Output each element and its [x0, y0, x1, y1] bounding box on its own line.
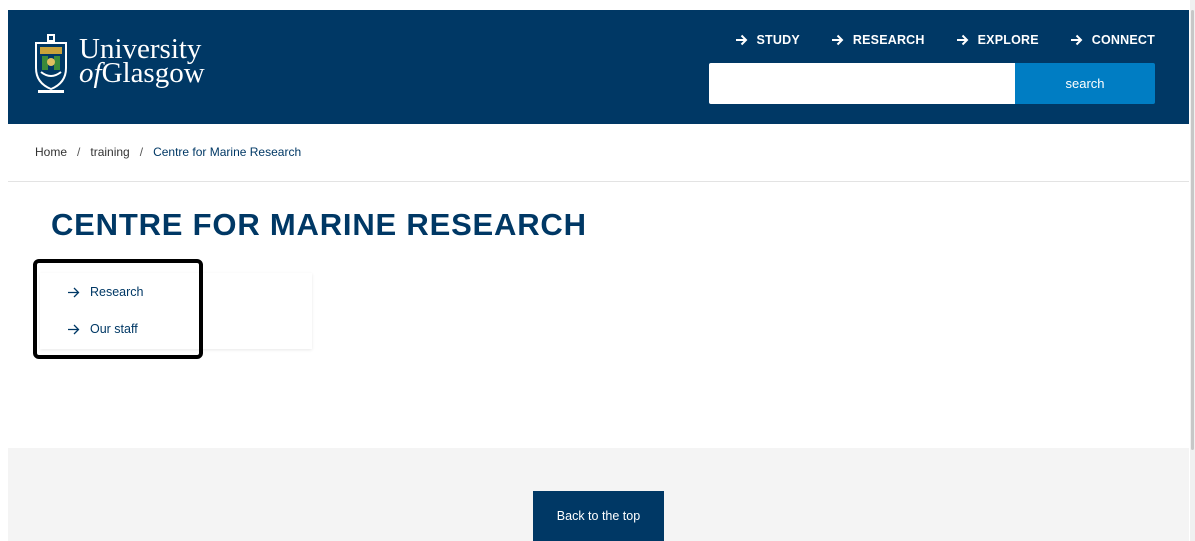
arrow-right-icon: [735, 34, 747, 46]
nav-study-label: STUDY: [756, 33, 800, 47]
page-footer: Back to the top: [8, 448, 1189, 541]
subnav-item-label: Research: [90, 285, 144, 299]
nav-study-link[interactable]: STUDY: [735, 33, 800, 47]
subnav-item-our-staff[interactable]: Our staff: [67, 322, 138, 336]
breadcrumb-current: Centre for Marine Research: [153, 145, 302, 159]
nav-research-label: RESEARCH: [852, 33, 925, 47]
breadcrumb-separator: /: [139, 145, 144, 159]
subnav-item-label: Our staff: [90, 322, 138, 336]
breadcrumb-divider: [8, 181, 1189, 182]
scrollbar[interactable]: [1190, 0, 1195, 541]
search-input[interactable]: [709, 63, 1015, 104]
arrow-right-icon: [68, 324, 80, 334]
scrollbar-thumb[interactable]: [1191, 10, 1194, 450]
search-button[interactable]: search: [1015, 63, 1155, 104]
nav-research-link[interactable]: RESEARCH: [831, 33, 925, 47]
university-crest-icon: [35, 34, 67, 93]
logo-line-2-rest: Glasgow: [101, 57, 205, 89]
arrow-right-icon: [1070, 34, 1083, 46]
nav-connect-link[interactable]: CONNECT: [1070, 33, 1155, 47]
breadcrumb: Home / training / Centre for Marine Research: [35, 145, 301, 159]
breadcrumb-training[interactable]: training: [90, 145, 129, 159]
arrow-right-icon: [68, 287, 80, 297]
nav-explore-label: EXPLORE: [977, 33, 1039, 47]
breadcrumb-home[interactable]: Home: [35, 145, 67, 159]
main-nav: STUDY RESEARCH EXPLORE CONNECT: [735, 33, 1155, 47]
site-header: University ofGlasgow STUDY RESEARCH EXPL…: [8, 10, 1189, 124]
arrow-right-icon: [956, 34, 969, 46]
search-form: search: [709, 63, 1155, 104]
back-to-top-button[interactable]: Back to the top: [533, 491, 664, 541]
nav-connect-label: CONNECT: [1091, 33, 1155, 47]
breadcrumb-separator: /: [77, 145, 81, 159]
logo-line-2: ofGlasgow: [79, 59, 205, 88]
subnav-item-research[interactable]: Research: [67, 285, 144, 299]
page-title: CENTRE FOR MARINE RESEARCH: [51, 207, 587, 242]
section-subnav: Research Our staff: [40, 273, 312, 349]
nav-explore-link[interactable]: EXPLORE: [956, 33, 1039, 47]
logo-line-2-italic: of: [79, 57, 102, 89]
arrow-right-icon: [831, 34, 844, 46]
